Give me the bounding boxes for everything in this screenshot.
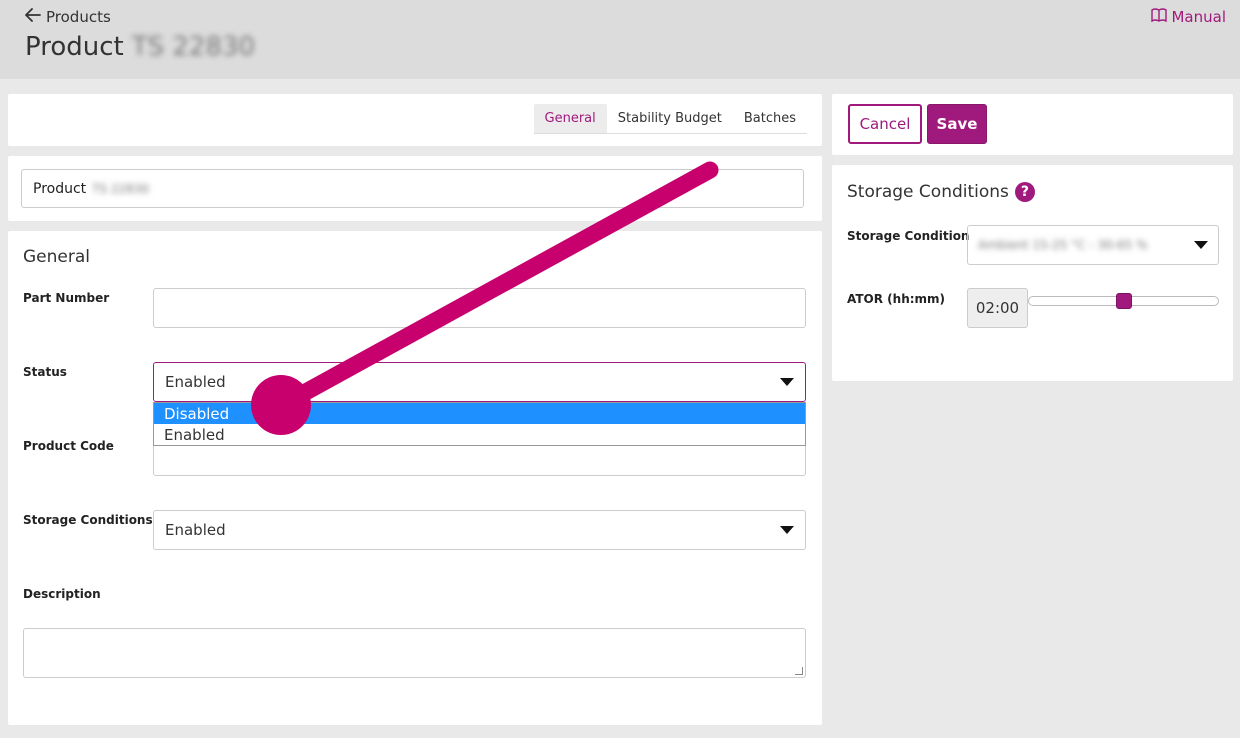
- top-bar: Products Product TS 22830 Manual: [0, 0, 1240, 79]
- save-button[interactable]: Save: [927, 104, 987, 144]
- help-icon[interactable]: ?: [1014, 182, 1035, 202]
- back-link-label: Products: [46, 8, 111, 26]
- product-name-input[interactable]: Product TS 22830: [21, 169, 804, 208]
- storage-conditions-value: Enabled: [165, 521, 226, 539]
- storage-condition-value: Ambient 15-25 °C - 30-65 %: [978, 238, 1148, 252]
- status-option-disabled[interactable]: Disabled: [154, 403, 805, 424]
- product-code-label: Product Code: [23, 439, 114, 453]
- storage-conditions-title: Storage Conditions ?: [847, 182, 1035, 202]
- caret-down-icon: [780, 378, 794, 386]
- product-name-prefix: Product: [33, 180, 87, 197]
- status-option-enabled[interactable]: Enabled: [154, 424, 805, 445]
- storage-conditions-label: Storage Conditions: [23, 513, 153, 527]
- tabs-card: General Stability Budget Batches: [8, 94, 822, 146]
- status-label: Status: [23, 365, 67, 379]
- status-select-value: Enabled: [165, 373, 226, 391]
- storage-conditions-select[interactable]: Enabled: [153, 510, 806, 550]
- ator-label: ATOR (hh:mm): [847, 292, 946, 306]
- status-dropdown-list: Disabled Enabled: [153, 402, 806, 446]
- cancel-button[interactable]: Cancel: [848, 104, 922, 144]
- tab-stability-budget[interactable]: Stability Budget: [607, 104, 733, 133]
- ator-slider-thumb[interactable]: [1115, 293, 1132, 309]
- part-number-input[interactable]: [153, 288, 806, 328]
- page-title: Product TS 22830: [25, 32, 255, 62]
- product-name-id: TS 22830: [92, 181, 150, 196]
- caret-down-icon: [780, 526, 794, 534]
- page-title-id: TS 22830: [131, 32, 256, 62]
- tab-bar: General Stability Budget Batches: [533, 104, 807, 134]
- book-icon: [1151, 8, 1168, 26]
- status-select[interactable]: Enabled: [153, 362, 806, 402]
- description-textarea[interactable]: [23, 628, 806, 678]
- storage-condition-label: Storage Condition: [847, 229, 970, 243]
- description-label: Description: [23, 587, 101, 601]
- general-section-title: General: [23, 247, 90, 267]
- page-title-text: Product: [25, 32, 124, 62]
- back-to-products-link[interactable]: Products: [25, 8, 111, 26]
- tab-general[interactable]: General: [533, 104, 607, 133]
- tab-batches[interactable]: Batches: [733, 104, 807, 133]
- manual-link[interactable]: Manual: [1151, 8, 1226, 26]
- manual-label: Manual: [1171, 8, 1226, 26]
- storage-conditions-card: Storage Conditions ? Storage Condition A…: [832, 165, 1233, 381]
- storage-condition-select[interactable]: Ambient 15-25 °C - 30-65 %: [967, 225, 1219, 265]
- part-number-label: Part Number: [23, 291, 110, 305]
- arrow-left-icon: [25, 8, 41, 26]
- caret-down-icon: [1194, 241, 1208, 249]
- product-name-card: Product TS 22830: [8, 156, 822, 221]
- ator-time-value: 02:00: [967, 288, 1028, 328]
- storage-conditions-title-text: Storage Conditions: [847, 182, 1009, 202]
- general-form-card: General Part Number Status Enabled Produ…: [8, 231, 822, 725]
- actions-card: Cancel Save: [832, 94, 1233, 155]
- resize-grip-icon[interactable]: [795, 667, 803, 675]
- ator-slider[interactable]: [1028, 293, 1219, 309]
